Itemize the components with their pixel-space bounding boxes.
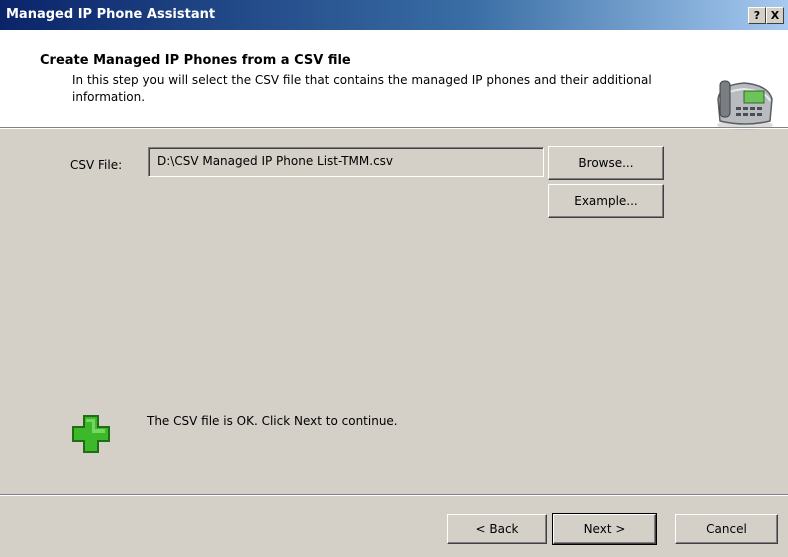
csv-file-label: CSV File: <box>70 158 123 172</box>
next-button[interactable]: Next > <box>552 513 657 545</box>
footer-divider-highlight <box>0 495 788 496</box>
csv-file-field[interactable]: D:\CSV Managed IP Phone List-TMM.csv <box>148 147 544 177</box>
step-description: In this step you will select the CSV fil… <box>72 73 652 104</box>
header-divider <box>0 128 788 129</box>
close-button[interactable]: X <box>766 7 784 24</box>
help-button[interactable]: ? <box>748 7 766 24</box>
telephone-icon <box>717 80 773 130</box>
wizard-header: Create Managed IP Phones from a CSV file… <box>0 30 788 130</box>
title-bar[interactable]: Managed IP Phone Assistant ? X <box>0 0 788 30</box>
status-message: The CSV file is OK. Click Next to contin… <box>147 414 398 428</box>
cancel-button[interactable]: Cancel <box>675 514 778 544</box>
browse-button[interactable]: Browse... <box>548 146 664 180</box>
back-button[interactable]: < Back <box>447 514 547 544</box>
green-plus-icon <box>72 415 110 453</box>
window-title: Managed IP Phone Assistant <box>6 7 216 22</box>
step-title: Create Managed IP Phones from a CSV file <box>40 53 351 68</box>
example-button[interactable]: Example... <box>548 184 664 218</box>
